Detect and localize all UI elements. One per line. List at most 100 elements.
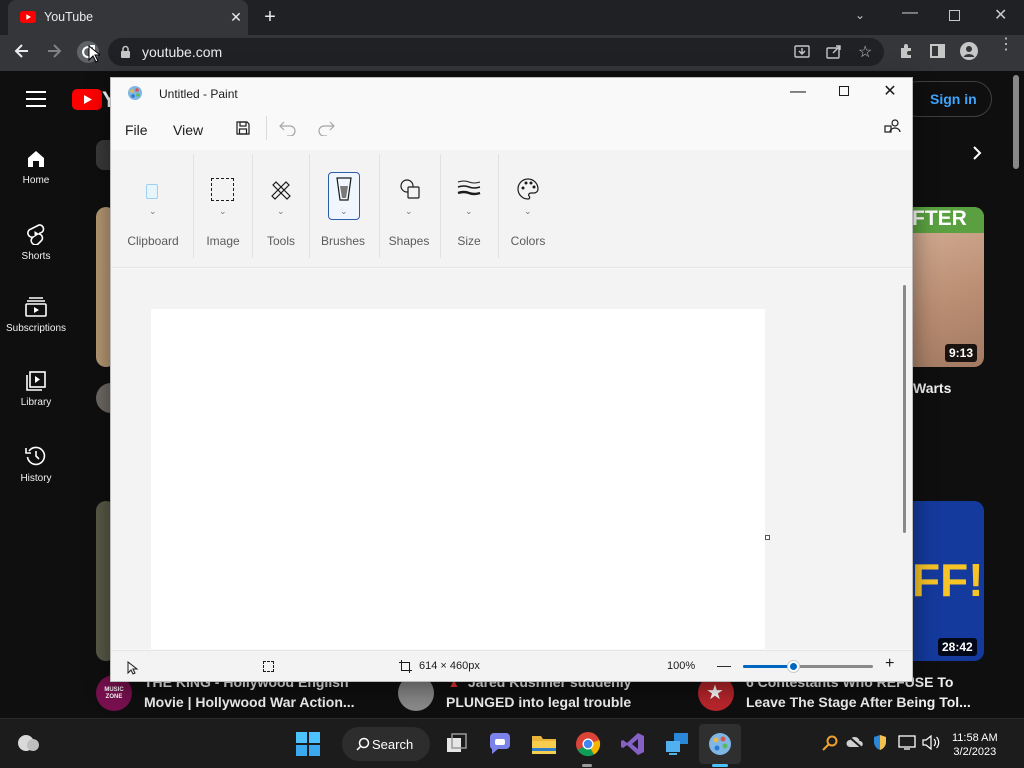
taskbar-clock[interactable]: 11:58 AM 3/2/2023 (952, 731, 998, 759)
task-view-icon[interactable] (442, 729, 472, 759)
side-panel-icon[interactable] (930, 44, 945, 58)
start-windows-icon[interactable] (293, 729, 323, 759)
selection-size-icon (263, 661, 274, 672)
undo-icon[interactable] (279, 120, 297, 136)
search-tray-icon[interactable] (822, 735, 838, 751)
share-account-icon[interactable] (884, 118, 902, 136)
ribbon-group-shapes[interactable]: ⌄ Shapes (385, 150, 433, 260)
library-icon (26, 371, 46, 391)
ribbon-group-brushes[interactable]: ⌄ Brushes (315, 150, 371, 260)
browser-tab-bar: YouTube ✕ + ⌄ — ✕ (0, 0, 1024, 35)
sidebar-item-history[interactable]: History (0, 445, 72, 484)
youtube-logo-icon[interactable] (72, 89, 102, 110)
close-tab-icon[interactable]: ✕ (228, 9, 244, 25)
sidebar-item-label: Library (20, 397, 52, 408)
paint-taskbar-icon[interactable] (705, 729, 735, 759)
ribbon-group-image[interactable]: ⌄ Image (199, 150, 247, 260)
profile-avatar-icon[interactable] (960, 42, 978, 60)
chrome-taskbar-icon[interactable] (573, 729, 603, 759)
ribbon-group-tools[interactable]: ⌄ Tools (257, 150, 305, 260)
file-menu[interactable]: File (125, 122, 148, 138)
tab-title: YouTube (44, 10, 94, 24)
file-explorer-icon[interactable] (529, 729, 559, 759)
visual-studio-icon[interactable] (618, 729, 648, 759)
minimize-window-button[interactable]: — (902, 4, 918, 22)
video-duration-badge: 9:13 (945, 344, 978, 362)
separator (440, 154, 441, 258)
new-tab-button[interactable]: + (260, 7, 280, 27)
remote-desktop-icon[interactable] (662, 729, 692, 759)
address-bar[interactable]: ☆ (108, 38, 884, 66)
chevron-down-icon: ⌄ (219, 206, 227, 216)
back-arrow-icon[interactable] (12, 41, 32, 61)
ribbon-group-label: Size (457, 234, 481, 248)
extensions-icon[interactable] (898, 43, 914, 59)
paint-minimize-button[interactable]: — (775, 78, 821, 106)
subscriptions-icon (25, 297, 47, 317)
save-icon[interactable] (235, 120, 251, 136)
canvas-size-icon (399, 660, 412, 673)
video-title-line: Movie | Hollywood War Action... (144, 694, 355, 710)
separator (498, 154, 499, 258)
page-scrollbar-thumb[interactable] (1013, 75, 1019, 169)
close-window-button[interactable]: ✕ (994, 5, 1007, 25)
url-text[interactable]: youtube.com (142, 44, 222, 60)
separator (379, 154, 380, 258)
ribbon-group-clipboard[interactable]: ⌄ Clipboard (119, 150, 187, 260)
windows-taskbar: Search 11:58 AM 3/2/2023 (0, 718, 1024, 768)
canvas-scrollbar-thumb[interactable] (903, 285, 906, 533)
redo-icon[interactable] (317, 120, 335, 136)
canvas-workspace (111, 269, 912, 649)
sidebar-item-home[interactable]: Home (0, 149, 72, 186)
sidebar-item-subscriptions[interactable]: Subscriptions (0, 297, 72, 334)
security-shield-icon[interactable] (872, 734, 888, 751)
tab-search-chevron-icon[interactable]: ⌄ (855, 8, 865, 22)
ribbon-group-label: Image (206, 234, 240, 248)
chip-next-chevron-icon[interactable] (972, 145, 982, 161)
forward-arrow-icon[interactable] (44, 41, 64, 61)
lock-icon[interactable] (120, 45, 131, 59)
paint-close-button[interactable]: ✕ (867, 78, 913, 106)
separator (309, 154, 310, 258)
bookmark-star-icon[interactable]: ☆ (858, 42, 872, 62)
shapes-icon (399, 178, 421, 200)
sign-in-text: Sign in (930, 91, 977, 107)
weather-widget-icon[interactable] (16, 733, 42, 753)
youtube-favicon-icon (20, 11, 36, 23)
taskbar-search-button[interactable]: Search (342, 727, 430, 761)
view-menu[interactable]: View (173, 122, 203, 138)
browser-tab-youtube[interactable]: YouTube ✕ (8, 0, 248, 35)
hamburger-menu-icon[interactable] (26, 91, 46, 107)
sidebar-item-library[interactable]: Library (0, 371, 72, 408)
ribbon-group-label: Colors (510, 234, 546, 248)
separator (266, 116, 267, 140)
ribbon-group-label: Brushes (320, 234, 366, 248)
chrome-menu-icon[interactable]: ⋮ (998, 37, 1014, 53)
paint-window-title: Untitled - Paint (159, 87, 238, 101)
onedrive-offline-icon[interactable] (846, 735, 864, 749)
clipboard-icon (146, 184, 158, 199)
teams-chat-icon[interactable] (485, 729, 515, 759)
canvas-resize-handle[interactable] (765, 535, 770, 540)
chevron-down-icon: ⌄ (277, 206, 285, 216)
zoom-slider-thumb[interactable] (788, 661, 799, 672)
video-title-line[interactable]: PLUNGED into legal trouble (446, 692, 631, 712)
install-app-icon[interactable] (794, 44, 810, 60)
display-icon[interactable] (898, 735, 916, 750)
drawing-canvas[interactable] (151, 309, 765, 649)
video-title[interactable]: Warts (913, 378, 951, 398)
share-icon[interactable] (826, 44, 842, 60)
chevron-down-icon: ⌄ (340, 206, 348, 216)
volume-icon[interactable] (922, 735, 940, 750)
paint-maximize-button[interactable] (821, 78, 867, 106)
restore-window-button[interactable] (949, 10, 960, 21)
canvas-size-text: 614 × 460px (419, 660, 480, 672)
chevron-down-icon: ⌄ (465, 206, 473, 216)
sidebar-item-shorts[interactable]: Shorts (0, 223, 72, 262)
channel-avatar-text: MUSIC ZONE (104, 687, 124, 700)
zoom-out-button[interactable]: — (717, 657, 731, 673)
ribbon-group-colors[interactable]: ⌄ Colors (503, 150, 553, 260)
zoom-in-button[interactable]: + (885, 655, 894, 673)
ribbon-group-size[interactable]: ⌄ Size (445, 150, 493, 260)
sign-in-button[interactable]: Sign in (900, 81, 992, 117)
